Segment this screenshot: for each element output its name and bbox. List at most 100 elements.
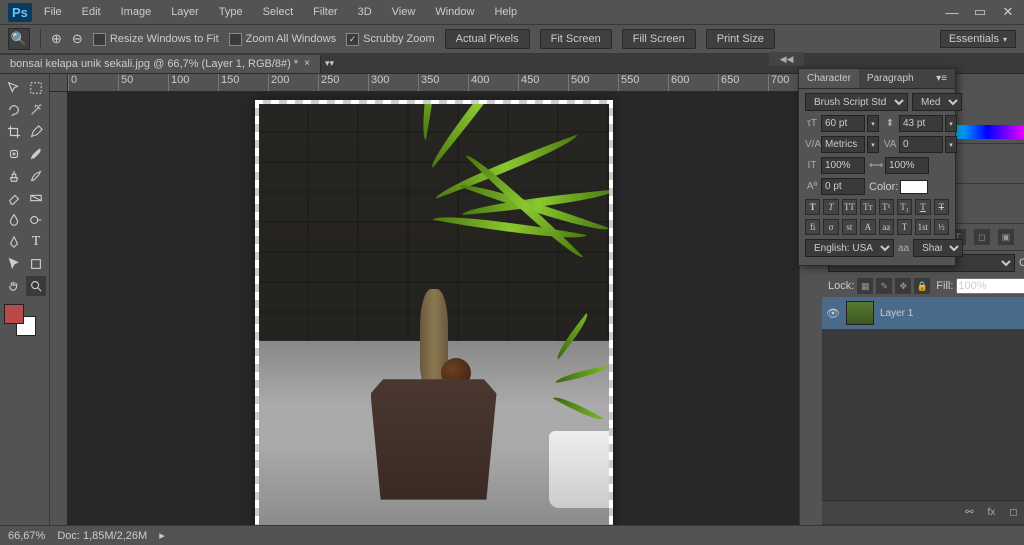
document-canvas[interactable] [255, 100, 613, 525]
menu-type[interactable]: Type [211, 3, 251, 21]
link-layers-icon[interactable]: ⚯ [961, 505, 977, 521]
color-swatches[interactable] [4, 304, 36, 336]
tab-paragraph[interactable]: Paragraph [859, 69, 922, 88]
pen-tool[interactable] [4, 232, 24, 252]
shape-tool[interactable] [26, 254, 46, 274]
text-color-chip[interactable] [900, 180, 928, 194]
scrubby-zoom-checkbox[interactable]: ✓Scrubby Zoom [346, 33, 435, 46]
layer-item[interactable]: 👁 Layer 1 [822, 297, 1024, 329]
allcaps-button[interactable]: TT [842, 199, 857, 215]
hscale-input[interactable] [885, 157, 929, 174]
close-tab-icon[interactable]: × [304, 58, 310, 69]
character-panel[interactable]: Character Paragraph ▾≡ Brush Script Std … [798, 68, 956, 266]
menu-layer[interactable]: Layer [163, 3, 207, 21]
crop-tool[interactable] [4, 122, 24, 142]
lock-pixels-icon[interactable]: ✎ [876, 278, 892, 294]
layer-style-icon[interactable]: fx [983, 505, 999, 521]
filter-smart-icon[interactable]: ▣ [998, 229, 1014, 245]
canvas-area[interactable]: 0501001502002503003504004505005506006507… [50, 74, 799, 525]
eraser-tool[interactable] [4, 188, 24, 208]
ligature-fi-button[interactable]: fi [805, 219, 820, 235]
italic-button[interactable]: T [823, 199, 838, 215]
path-selection-tool[interactable] [4, 254, 24, 274]
font-weight-dropdown[interactable]: Medium [912, 93, 962, 111]
magic-wand-tool[interactable] [26, 100, 46, 120]
strikethrough-button[interactable]: T [934, 199, 949, 215]
doc-info-flyout-icon[interactable]: ▸ [159, 529, 165, 542]
ligature-button[interactable]: σ [823, 219, 838, 235]
marquee-tool[interactable] [26, 78, 46, 98]
antialias-dropdown[interactable]: Sharp [913, 239, 963, 257]
menu-select[interactable]: Select [255, 3, 302, 21]
lasso-tool[interactable] [4, 100, 24, 120]
font-family-dropdown[interactable]: Brush Script Std [805, 93, 908, 111]
menu-view[interactable]: View [384, 3, 424, 21]
layer-thumbnail[interactable] [846, 301, 874, 325]
fit-screen-button[interactable]: Fit Screen [540, 29, 612, 49]
layer-mask-icon[interactable]: ◻ [1005, 505, 1021, 521]
vertical-ruler[interactable] [50, 92, 68, 525]
eyedropper-tool[interactable] [26, 122, 46, 142]
zoom-all-checkbox[interactable]: Zoom All Windows [229, 33, 336, 46]
font-size-input[interactable] [821, 115, 865, 132]
menu-edit[interactable]: Edit [74, 3, 109, 21]
fill-screen-button[interactable]: Fill Screen [622, 29, 696, 49]
type-tool[interactable]: T [26, 232, 46, 252]
oldstyle-button[interactable]: A [860, 219, 875, 235]
zoom-level[interactable]: 66,67% [8, 530, 45, 542]
stylistic-button[interactable]: aa [879, 219, 894, 235]
subscript-button[interactable]: T₁ [897, 199, 912, 215]
superscript-button[interactable]: T¹ [879, 199, 894, 215]
underline-button[interactable]: T [915, 199, 930, 215]
brush-tool[interactable] [26, 144, 46, 164]
baseline-input[interactable] [821, 178, 865, 195]
foreground-color[interactable] [4, 304, 24, 324]
history-brush-tool[interactable] [26, 166, 46, 186]
collapse-panels-icon[interactable]: ◀◀ [769, 52, 804, 66]
doc-info[interactable]: Doc: 1,85M/2,26M [57, 530, 147, 542]
smallcaps-button[interactable]: Tᴛ [860, 199, 875, 215]
fraction-button[interactable]: 1st [915, 219, 930, 235]
horizontal-ruler[interactable]: 0501001502002503003504004505005506006507… [68, 74, 799, 92]
menu-window[interactable]: Window [427, 3, 482, 21]
language-dropdown[interactable]: English: USA [805, 239, 894, 257]
blur-tool[interactable] [4, 210, 24, 230]
document-tab[interactable]: bonsai kelapa unik sekali.jpg @ 66,7% (L… [0, 55, 321, 73]
healing-brush-tool[interactable] [4, 144, 24, 164]
clone-stamp-tool[interactable] [4, 166, 24, 186]
filter-shape-icon[interactable]: ◻ [974, 229, 990, 245]
zoom-tool[interactable] [26, 276, 46, 296]
swash-button[interactable]: st [842, 219, 857, 235]
kerning-input[interactable] [821, 136, 865, 153]
vscale-input[interactable] [821, 157, 865, 174]
gradient-tool[interactable] [26, 188, 46, 208]
zoom-in-icon[interactable]: ⊕ [51, 31, 62, 47]
menu-filter[interactable]: Filter [305, 3, 345, 21]
visibility-icon[interactable]: 👁 [826, 307, 840, 320]
minimize-button[interactable]: — [944, 6, 960, 19]
lock-all-icon[interactable]: 🔒 [914, 278, 930, 294]
maximize-button[interactable]: ▭ [972, 6, 988, 19]
fill-input[interactable] [956, 278, 1024, 294]
panel-menu-icon[interactable]: ▾≡ [928, 69, 955, 88]
lock-transparency-icon[interactable]: ▦ [857, 278, 873, 294]
hand-tool[interactable] [4, 276, 24, 296]
close-button[interactable]: ✕ [1000, 6, 1016, 19]
ruler-origin[interactable] [50, 74, 68, 92]
ordinal-button[interactable]: T [897, 219, 912, 235]
dodge-tool[interactable] [26, 210, 46, 230]
resize-windows-checkbox[interactable]: Resize Windows to Fit [93, 33, 219, 46]
leading-input[interactable] [899, 115, 943, 132]
menu-3d[interactable]: 3D [350, 3, 380, 21]
menu-help[interactable]: Help [486, 3, 525, 21]
menu-file[interactable]: File [36, 3, 70, 21]
lock-position-icon[interactable]: ✥ [895, 278, 911, 294]
workspace-dropdown[interactable]: Essentials▾ [940, 30, 1016, 48]
menu-image[interactable]: Image [113, 3, 160, 21]
slashed-zero-button[interactable]: ½ [934, 219, 949, 235]
layer-name[interactable]: Layer 1 [880, 308, 913, 319]
zoom-out-icon[interactable]: ⊖ [72, 31, 83, 47]
tab-overflow-icon[interactable]: ▾▾ [325, 58, 334, 69]
print-size-button[interactable]: Print Size [706, 29, 775, 49]
bold-button[interactable]: T [805, 199, 820, 215]
